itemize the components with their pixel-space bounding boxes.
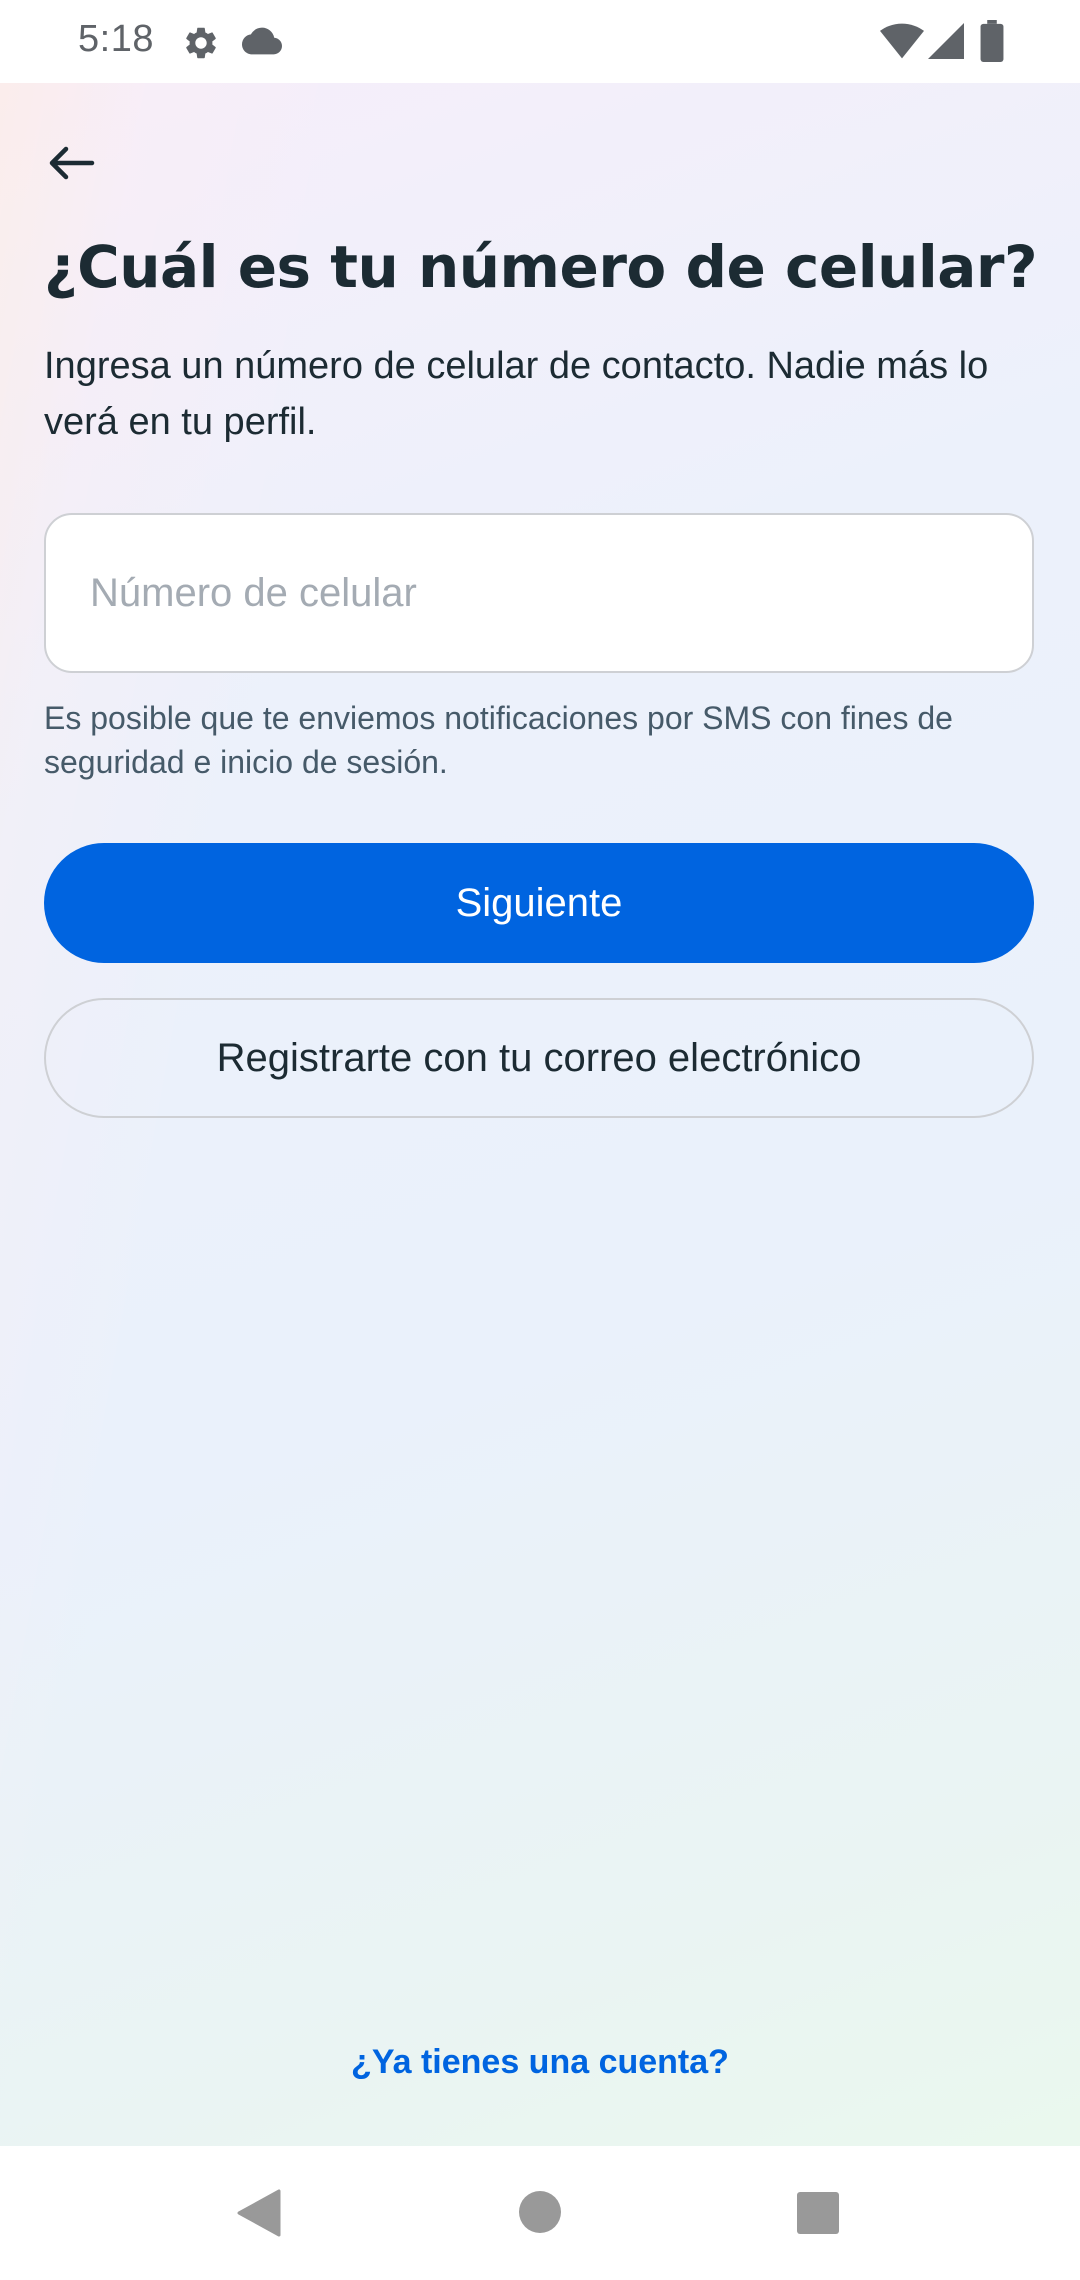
existing-account-link[interactable]: ¿Ya tienes una cuenta? xyxy=(0,2043,1080,2082)
battery-icon xyxy=(980,20,1004,62)
page-subtitle: Ingresa un número de celular de contacto… xyxy=(44,345,989,443)
nav-home-icon[interactable] xyxy=(519,2191,561,2233)
gear-icon xyxy=(186,27,216,59)
page-title: ¿Cuál es tu número de celular? xyxy=(44,233,1038,301)
back-button[interactable] xyxy=(36,128,106,198)
wifi-icon xyxy=(880,23,924,59)
next-button[interactable]: Siguiente xyxy=(44,843,1034,963)
signup-phone-screen: ¿Cuál es tu número de celular? Ingresa u… xyxy=(0,83,1080,2146)
arrow-left-icon xyxy=(49,146,95,180)
nav-recents-icon[interactable] xyxy=(797,2192,839,2234)
status-time: 5:18 xyxy=(78,18,154,60)
cloud-icon xyxy=(242,27,282,55)
sms-notice: Es posible que te enviemos notificacione… xyxy=(44,700,953,780)
cell-signal-icon xyxy=(928,23,964,59)
phone-field-container xyxy=(44,513,1034,673)
email-signup-button[interactable]: Registrarte con tu correo electrónico xyxy=(44,998,1034,1118)
nav-back-icon[interactable] xyxy=(237,2189,281,2237)
status-bar: 5:18 xyxy=(0,0,1080,83)
phone-number-input[interactable] xyxy=(46,515,1032,671)
navigation-bar xyxy=(0,2146,1080,2280)
